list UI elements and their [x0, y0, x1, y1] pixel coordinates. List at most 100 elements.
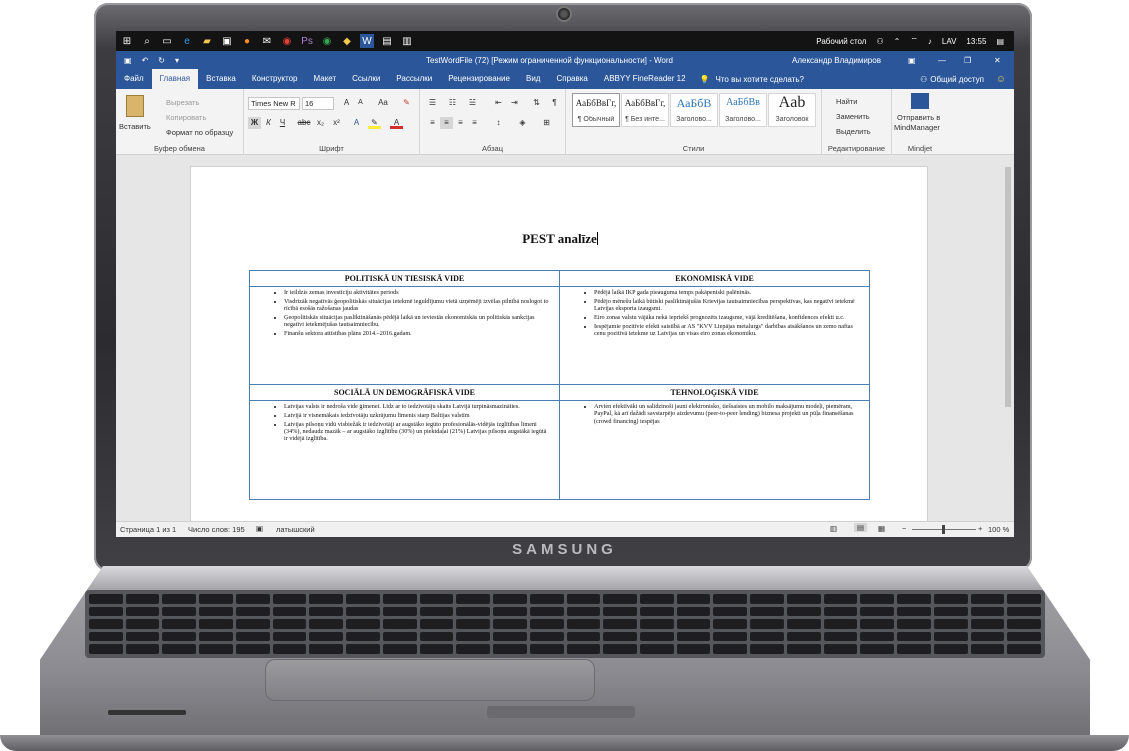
- ribbon-options-icon[interactable]: ▣: [908, 56, 916, 65]
- style-no-spacing[interactable]: АаБбВвГг, ¶ Без инте...: [621, 93, 669, 127]
- mail-icon[interactable]: ✉: [260, 34, 274, 48]
- italic-button[interactable]: К: [262, 117, 275, 129]
- page-count[interactable]: Страница 1 из 1: [120, 525, 176, 534]
- qat-customize-icon[interactable]: ▾: [175, 56, 179, 65]
- search-icon[interactable]: ⌕: [140, 34, 154, 48]
- save-icon[interactable]: ▣: [124, 56, 132, 65]
- clear-format-icon[interactable]: ✎: [400, 97, 413, 109]
- tray-chevron-icon[interactable]: ⌃: [894, 37, 901, 46]
- tab-review[interactable]: Рецензирование: [440, 69, 518, 89]
- multilevel-list-icon[interactable]: ☱: [466, 97, 479, 109]
- tab-references[interactable]: Ссылки: [344, 69, 388, 89]
- desktop-toolbar-label[interactable]: Рабочий стол: [816, 37, 866, 46]
- shading-icon[interactable]: ◈: [516, 117, 529, 129]
- pest-table[interactable]: POLITISKĀ UN TIESISKĀ VIDE Ir ieildzis z…: [249, 270, 870, 500]
- vertical-scrollbar[interactable]: [1004, 157, 1012, 517]
- replace-button[interactable]: Заменить: [836, 112, 870, 121]
- shrink-font-button[interactable]: A: [354, 97, 367, 109]
- find-button[interactable]: Найти: [836, 97, 857, 106]
- superscript-button[interactable]: x²: [330, 117, 343, 129]
- web-layout-icon[interactable]: ▦: [878, 524, 885, 533]
- windows-start-icon[interactable]: ⊞: [120, 34, 134, 48]
- quadrant-economic[interactable]: EKONOMISKĀ VIDE Pēdējā laikā IKP gada pi…: [559, 270, 870, 385]
- store-icon[interactable]: ▣: [220, 34, 234, 48]
- bullets-icon[interactable]: ☰: [426, 97, 439, 109]
- sort-icon[interactable]: ⇅: [530, 97, 543, 109]
- zoom-slider-thumb[interactable]: [942, 525, 945, 534]
- borders-icon[interactable]: ⊞: [540, 117, 553, 129]
- zoom-in-icon[interactable]: +: [978, 524, 982, 533]
- tab-layout[interactable]: Макет: [305, 69, 344, 89]
- language-status[interactable]: латышский: [276, 525, 315, 534]
- highlight-icon[interactable]: ✎: [368, 117, 381, 129]
- document-icon[interactable]: ▤: [380, 34, 394, 48]
- redo-icon[interactable]: ↻: [158, 56, 165, 65]
- paste-icon[interactable]: [126, 95, 144, 117]
- grow-font-button[interactable]: A: [340, 97, 353, 109]
- tell-me-box[interactable]: Что вы хотите сделать?: [716, 75, 804, 84]
- style-heading-1[interactable]: АаБбВ Заголово...: [670, 93, 718, 127]
- quadrant-political[interactable]: POLITISKĀ UN TIESISKĀ VIDE Ir ieildzis z…: [249, 270, 560, 385]
- bold-button[interactable]: Ж: [248, 117, 261, 129]
- clock[interactable]: 13:55: [966, 37, 986, 46]
- align-right-icon[interactable]: ≡: [454, 117, 467, 129]
- zoom-level[interactable]: 100 %: [988, 525, 1009, 534]
- tab-view[interactable]: Вид: [518, 69, 548, 89]
- font-color-icon[interactable]: A: [390, 117, 403, 129]
- tab-abbyy[interactable]: ABBYY FineReader 12: [596, 69, 694, 89]
- document-page[interactable]: PEST analīze POLITISKĀ UN TIESISKĀ VIDE …: [190, 166, 928, 526]
- font-name-dropdown[interactable]: Times New R: [248, 97, 300, 110]
- people-icon[interactable]: ⚇: [876, 37, 883, 46]
- quadrant-technological[interactable]: TEHNOLOĢISKĀ VIDE Arvien efektīvāki un s…: [559, 384, 870, 500]
- tab-insert[interactable]: Вставка: [198, 69, 244, 89]
- word-taskbar-icon[interactable]: W: [360, 34, 374, 48]
- style-normal[interactable]: АаБбВвГг, ¶ Обычный: [572, 93, 620, 127]
- justify-icon[interactable]: ≡: [468, 117, 481, 129]
- tab-home[interactable]: Главная: [151, 69, 199, 89]
- line-spacing-icon[interactable]: ↕: [492, 117, 505, 129]
- tab-mailings[interactable]: Рассылки: [388, 69, 440, 89]
- language-indicator[interactable]: LAV: [942, 37, 957, 46]
- tab-file[interactable]: Файл: [116, 69, 152, 89]
- strikethrough-button[interactable]: abc: [296, 117, 312, 129]
- quadrant-social[interactable]: SOCIĀLĀ UN DEMOGRĀFISKĀ VIDE Latvijas va…: [249, 384, 560, 500]
- mindmanager-label[interactable]: MindManager: [894, 123, 940, 132]
- maximize-button[interactable]: ❐: [964, 56, 971, 65]
- cut-button[interactable]: Вырезать: [166, 98, 199, 107]
- align-center-icon[interactable]: ≡: [440, 117, 453, 129]
- notifications-icon[interactable]: ▤: [996, 37, 1004, 46]
- zoom-slider[interactable]: [912, 525, 976, 534]
- share-icon[interactable]: ⚇: [920, 75, 927, 84]
- increase-indent-icon[interactable]: ⇥: [508, 97, 521, 109]
- network-icon[interactable]: ⌔: [910, 36, 918, 46]
- paste-button[interactable]: Вставить: [119, 122, 151, 131]
- subscript-button[interactable]: x₂: [314, 117, 327, 129]
- word-count[interactable]: Число слов: 195: [188, 525, 245, 534]
- chrome-icon[interactable]: ◉: [280, 34, 294, 48]
- style-heading-2[interactable]: АаБбВв Заголово...: [719, 93, 767, 127]
- send-to-label[interactable]: Отправить в: [897, 113, 940, 122]
- style-title[interactable]: Aab Заголовок: [768, 93, 816, 127]
- notes-icon[interactable]: ▥: [400, 34, 414, 48]
- user-name[interactable]: Александр Владимиров: [792, 56, 881, 65]
- edge-icon[interactable]: e: [180, 34, 194, 48]
- read-mode-icon[interactable]: ▥: [830, 524, 837, 533]
- change-case-button[interactable]: Aa: [374, 97, 392, 109]
- decrease-indent-icon[interactable]: ⇤: [492, 97, 505, 109]
- scrollbar-thumb[interactable]: [1005, 167, 1011, 407]
- volume-icon[interactable]: ♪: [928, 37, 932, 46]
- task-view-icon[interactable]: ▭: [160, 34, 174, 48]
- proofing-icon[interactable]: ▣: [256, 524, 263, 533]
- document-heading[interactable]: PEST analīze: [191, 231, 929, 247]
- underline-button[interactable]: Ч: [276, 117, 289, 129]
- select-button[interactable]: Выделить: [836, 127, 871, 136]
- tab-design[interactable]: Конструктор: [244, 69, 306, 89]
- undo-icon[interactable]: ↶: [142, 56, 149, 65]
- tab-help[interactable]: Справка: [548, 69, 595, 89]
- copy-button[interactable]: Копировать: [166, 113, 206, 122]
- file-explorer-icon[interactable]: ▰: [200, 34, 214, 48]
- format-painter-button[interactable]: Формат по образцу: [166, 128, 233, 137]
- minimize-button[interactable]: —: [938, 56, 946, 65]
- firefox-icon[interactable]: ●: [240, 34, 254, 48]
- zoom-out-icon[interactable]: −: [902, 524, 906, 533]
